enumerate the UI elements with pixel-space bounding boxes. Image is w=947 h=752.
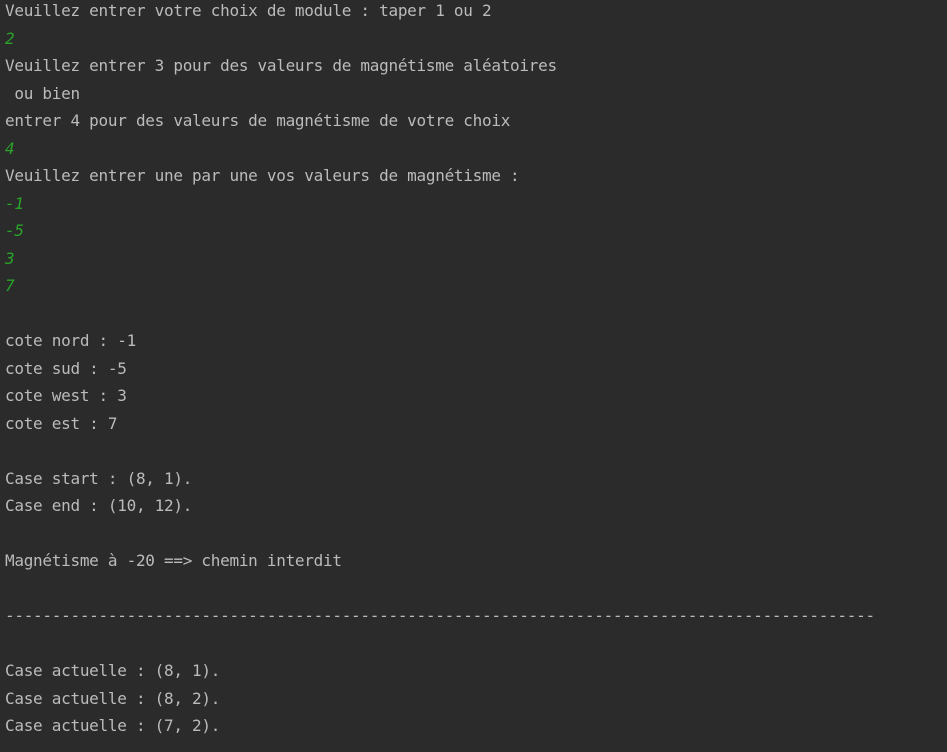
output-current-case-2: Case actuelle : (8, 2).	[5, 688, 221, 708]
console-output[interactable]: Veuillez entrer votre choix de module : …	[0, 0, 947, 752]
user-input-mode: 4	[5, 138, 15, 158]
output-east-side: cote est : 7	[5, 413, 118, 433]
separator-line: ----------------------------------------…	[5, 606, 875, 625]
output-current-case-3: Case actuelle : (7, 2).	[5, 716, 221, 735]
user-input-module: 2	[5, 28, 15, 48]
user-input-value-3: 3	[5, 248, 15, 268]
output-forbidden-path: Magnétisme à -20 ==> chemin interdit	[5, 551, 342, 570]
output-case-end: Case end : (10, 12).	[5, 496, 193, 515]
user-input-value-1: -1	[5, 193, 24, 213]
prompt-random-values: Veuillez entrer 3 pour des valeurs de ma…	[5, 56, 557, 75]
output-south-side: cote sud : -5	[5, 358, 127, 378]
prompt-enter-values: Veuillez entrer une par une vos valeurs …	[5, 166, 520, 185]
prompt-or: ou bien	[5, 83, 80, 103]
user-input-value-2: -5	[5, 221, 24, 240]
output-north-side: cote nord : -1	[5, 331, 136, 350]
output-west-side: cote west : 3	[5, 386, 127, 405]
prompt-module-choice: Veuillez entrer votre choix de module : …	[5, 1, 492, 20]
prompt-custom-values: entrer 4 pour des valeurs de magnétisme …	[5, 111, 511, 130]
user-input-value-4: 7	[5, 276, 15, 295]
output-current-case-1: Case actuelle : (8, 1).	[5, 661, 221, 680]
output-case-start: Case start : (8, 1).	[5, 468, 193, 488]
